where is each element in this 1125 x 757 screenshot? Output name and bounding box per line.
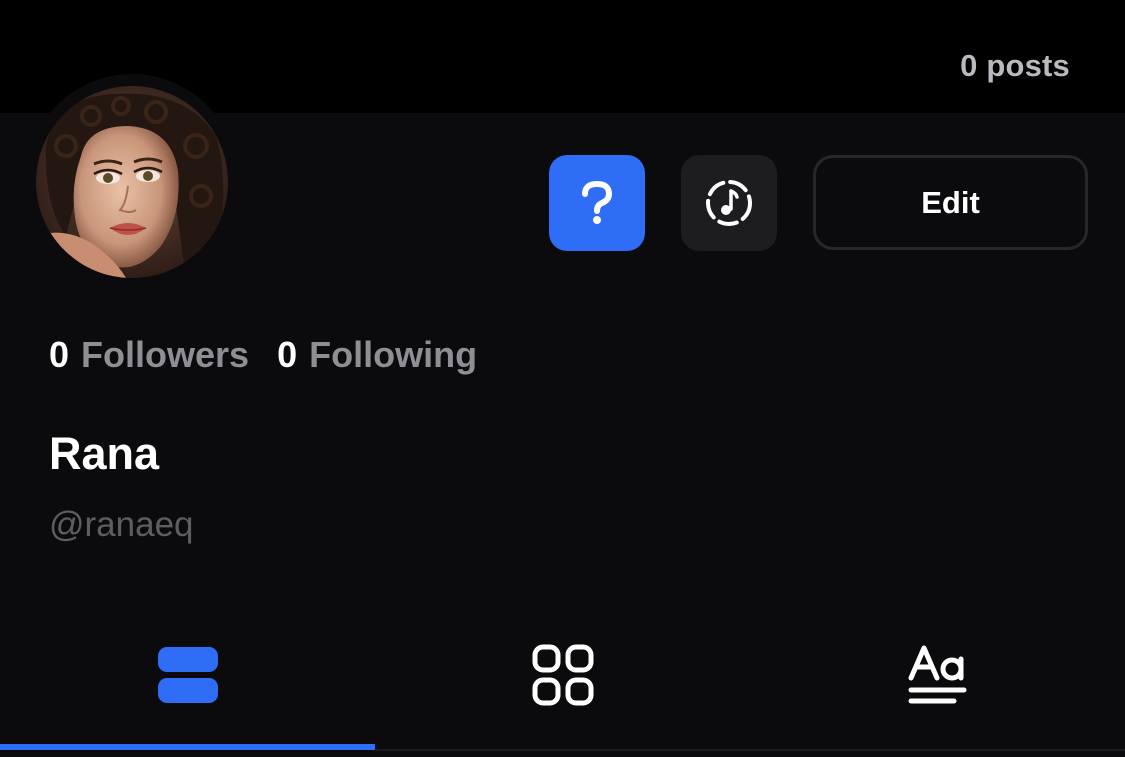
edit-profile-button[interactable]: Edit — [813, 155, 1088, 250]
music-disc-icon — [706, 180, 752, 226]
posts-count: 0 posts — [960, 48, 1070, 83]
grid-icon — [532, 644, 593, 706]
stacked-list-icon — [157, 647, 218, 703]
tab-divider — [375, 749, 1125, 751]
tab-grid[interactable] — [375, 600, 750, 750]
follow-stats: 0 Followers 0 Following — [49, 333, 477, 377]
help-button[interactable] — [549, 155, 645, 251]
text-aa-icon — [908, 645, 966, 704]
tab-text[interactable] — [750, 600, 1125, 750]
avatar[interactable] — [36, 86, 228, 278]
following-label: Following — [309, 334, 478, 375]
tab-posts[interactable] — [0, 600, 375, 750]
music-button[interactable] — [681, 155, 777, 251]
followers-count: 0 — [49, 334, 70, 375]
followers-link[interactable]: 0 Followers — [49, 334, 249, 376]
avatar-image — [36, 86, 228, 278]
display-name: Rana — [49, 428, 160, 479]
followers-label: Followers — [81, 334, 250, 375]
profile-page: 0 posts Edit 0 Followers 0 Following Ran… — [0, 0, 1125, 757]
question-mark-icon — [582, 181, 613, 224]
username: @ranaeq — [49, 505, 194, 544]
following-link[interactable]: 0 Following — [277, 334, 477, 376]
active-tab-indicator — [0, 744, 375, 750]
following-count: 0 — [277, 334, 298, 375]
